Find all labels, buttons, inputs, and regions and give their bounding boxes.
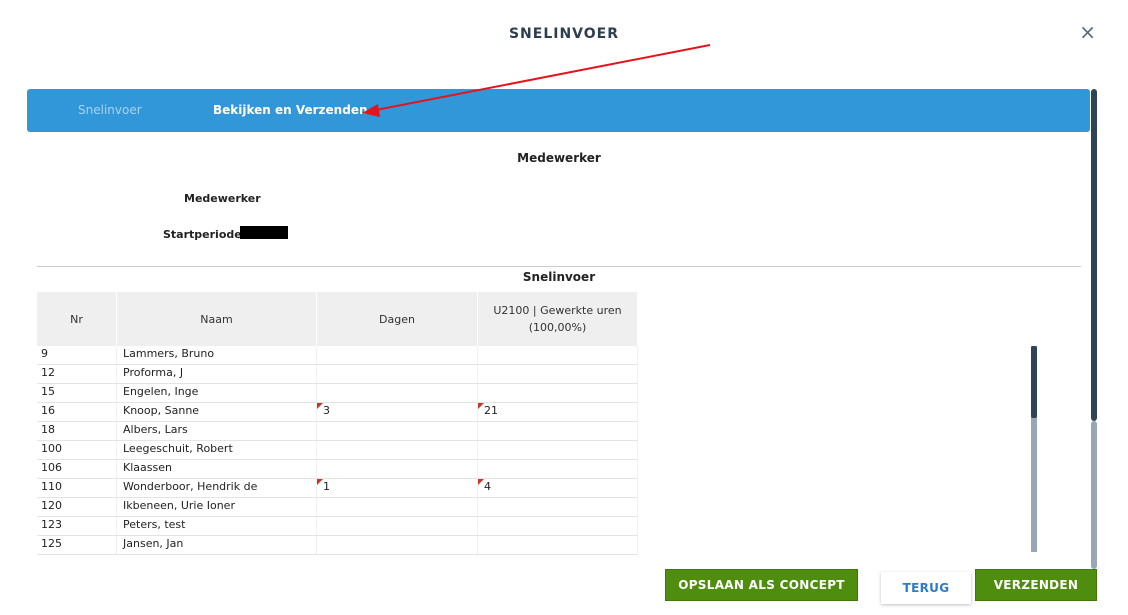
row-nr-cell: 120 xyxy=(37,498,117,516)
row-uren-cell[interactable] xyxy=(478,346,638,364)
row-uren-cell[interactable] xyxy=(478,517,638,535)
column-header-nr: Nr xyxy=(37,292,117,346)
row-dagen-cell[interactable] xyxy=(317,384,478,402)
row-nr-cell: 18 xyxy=(37,422,117,440)
row-uren-cell[interactable] xyxy=(478,460,638,478)
row-dagen-cell[interactable] xyxy=(317,517,478,535)
row-naam-cell: Engelen, Inge xyxy=(117,384,317,402)
row-uren-cell[interactable] xyxy=(478,536,638,554)
row-naam-cell: Ikbeneen, Urie Ioner xyxy=(117,498,317,516)
column-header-dagen: Dagen xyxy=(317,292,478,346)
startperiode-label: Startperiode xyxy=(163,228,242,241)
row-nr-cell: 123 xyxy=(37,517,117,535)
table-row[interactable]: 15 Engelen, Inge xyxy=(37,384,638,403)
table-row[interactable]: 100 Leegeschuit, Robert xyxy=(37,441,638,460)
table-row[interactable]: 16 Knoop, Sanne 3 21 xyxy=(37,403,638,422)
changed-flag-icon xyxy=(317,479,323,485)
modal-scrollbar-track[interactable] xyxy=(1091,421,1097,569)
row-uren-cell[interactable] xyxy=(478,422,638,440)
snelinvoer-table: Nr Naam Dagen U2100 | Gewerkte uren (100… xyxy=(37,292,638,555)
changed-flag-icon xyxy=(478,479,484,485)
send-button[interactable]: VERZENDEN xyxy=(975,569,1097,601)
row-dagen-cell[interactable] xyxy=(317,441,478,459)
row-dagen-cell[interactable] xyxy=(317,365,478,383)
tab-bekijken-en-verzenden[interactable]: Bekijken en Verzenden xyxy=(213,103,368,117)
row-naam-cell: Jansen, Jan xyxy=(117,536,317,554)
modal-title: SNELINVOER xyxy=(508,26,620,42)
table-row[interactable]: 9 Lammers, Bruno xyxy=(37,346,638,365)
table-row[interactable]: 18 Albers, Lars xyxy=(37,422,638,441)
cell-value: 1 xyxy=(323,480,330,493)
row-dagen-cell[interactable] xyxy=(317,498,478,516)
table-row[interactable]: 123 Peters, test xyxy=(37,517,638,536)
tab-bar: Snelinvoer Bekijken en Verzenden xyxy=(27,89,1090,132)
row-naam-cell: Proforma, J xyxy=(117,365,317,383)
tab-snelinvoer[interactable]: Snelinvoer xyxy=(78,103,142,117)
cell-value: 3 xyxy=(323,404,330,417)
row-uren-cell[interactable] xyxy=(478,365,638,383)
row-nr-cell: 106 xyxy=(37,460,117,478)
divider xyxy=(37,266,1081,267)
table-body: 9 Lammers, Bruno 12 Proforma, J 15 Engelen, I… xyxy=(37,346,638,555)
row-naam-cell: Peters, test xyxy=(117,517,317,535)
row-nr-cell: 15 xyxy=(37,384,117,402)
column-header-u2100: U2100 | Gewerkte uren (100,00%) xyxy=(478,292,638,346)
row-naam-cell: Lammers, Bruno xyxy=(117,346,317,364)
row-uren-cell[interactable]: 21 xyxy=(478,403,638,421)
row-nr-cell: 125 xyxy=(37,536,117,554)
row-uren-cell[interactable] xyxy=(478,441,638,459)
medewerker-heading: Medewerker xyxy=(517,151,601,165)
cell-value: 4 xyxy=(484,480,491,493)
row-uren-cell[interactable]: 4 xyxy=(478,479,638,497)
table-row[interactable]: 106 Klaassen xyxy=(37,460,638,479)
table-header: Nr Naam Dagen U2100 | Gewerkte uren (100… xyxy=(37,292,638,346)
cell-value: 21 xyxy=(484,404,498,417)
row-dagen-cell[interactable] xyxy=(317,422,478,440)
table-row[interactable]: 120 Ikbeneen, Urie Ioner xyxy=(37,498,638,517)
table-row[interactable]: 12 Proforma, J xyxy=(37,365,638,384)
row-nr-cell: 9 xyxy=(37,346,117,364)
row-naam-cell: Albers, Lars xyxy=(117,422,317,440)
changed-flag-icon xyxy=(317,403,323,409)
row-uren-cell[interactable] xyxy=(478,498,638,516)
save-concept-button[interactable]: OPSLAAN ALS CONCEPT xyxy=(665,569,858,601)
redacted-value xyxy=(240,226,288,239)
row-dagen-cell[interactable] xyxy=(317,346,478,364)
row-naam-cell: Leegeschuit, Robert xyxy=(117,441,317,459)
snelinvoer-heading: Snelinvoer xyxy=(522,270,596,284)
close-icon[interactable]: × xyxy=(1079,22,1096,42)
row-nr-cell: 12 xyxy=(37,365,117,383)
table-row[interactable]: 125 Jansen, Jan xyxy=(37,536,638,555)
table-row[interactable]: 110 Wonderboor, Hendrik de 1 4 xyxy=(37,479,638,498)
modal-scrollbar-thumb[interactable] xyxy=(1091,89,1097,421)
back-button[interactable]: TERUG xyxy=(881,572,971,604)
row-dagen-cell[interactable] xyxy=(317,460,478,478)
row-dagen-cell[interactable]: 3 xyxy=(317,403,478,421)
row-nr-cell: 110 xyxy=(37,479,117,497)
row-naam-cell: Klaassen xyxy=(117,460,317,478)
row-nr-cell: 16 xyxy=(37,403,117,421)
column-header-naam: Naam xyxy=(117,292,317,346)
row-dagen-cell[interactable]: 1 xyxy=(317,479,478,497)
row-naam-cell: Knoop, Sanne xyxy=(117,403,317,421)
medewerker-label: Medewerker xyxy=(184,192,261,205)
row-naam-cell: Wonderboor, Hendrik de xyxy=(117,479,317,497)
row-uren-cell[interactable] xyxy=(478,384,638,402)
table-scrollbar-thumb[interactable] xyxy=(1031,346,1037,418)
row-dagen-cell[interactable] xyxy=(317,536,478,554)
row-nr-cell: 100 xyxy=(37,441,117,459)
changed-flag-icon xyxy=(478,403,484,409)
